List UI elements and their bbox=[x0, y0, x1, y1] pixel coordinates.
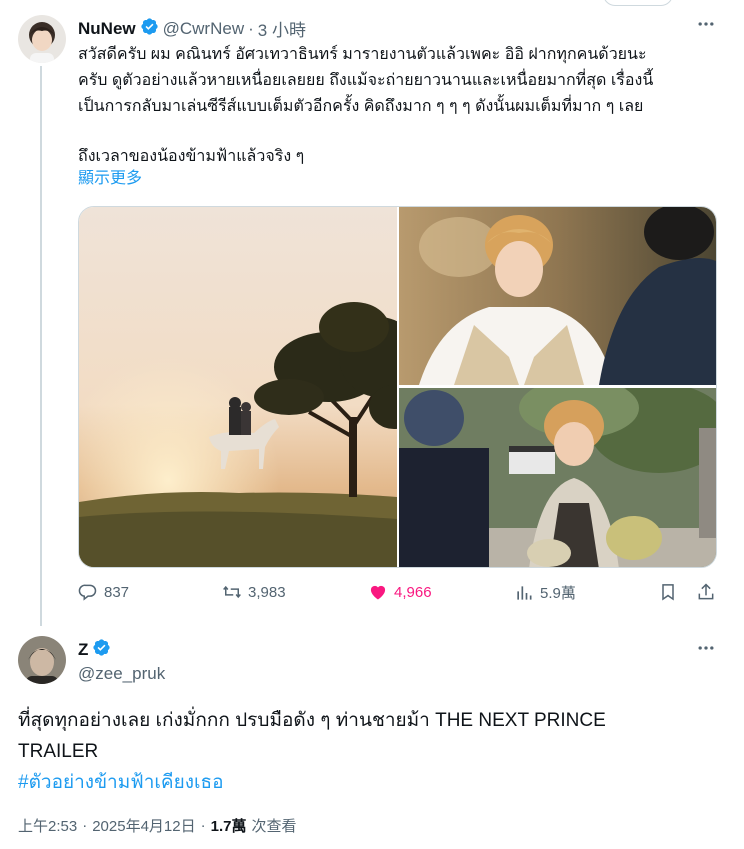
verified-badge-icon bbox=[92, 638, 111, 662]
verified-badge-icon bbox=[140, 17, 159, 41]
heart-icon bbox=[370, 585, 386, 600]
reply-button[interactable]: 837 bbox=[78, 582, 129, 602]
text-line: เป็นการกลับมาเล่นซีรีส์แบบเต็มตัวอีกครั้… bbox=[78, 98, 644, 115]
tweet-time[interactable]: 3 小時 bbox=[258, 16, 306, 41]
author-handle[interactable]: @zee_pruk bbox=[78, 664, 165, 684]
tweet2-header: Z bbox=[78, 638, 111, 662]
views-count: 5.9萬 bbox=[540, 585, 576, 602]
bookmark-icon bbox=[662, 584, 674, 601]
share-button[interactable] bbox=[696, 582, 716, 602]
retweet-button[interactable]: 3,983 bbox=[222, 582, 286, 602]
retweet-count: 3,983 bbox=[248, 583, 286, 601]
more-options-icon[interactable] bbox=[696, 638, 716, 664]
media-image-prince-portrait[interactable] bbox=[399, 207, 716, 385]
views-total: 1.7萬 bbox=[210, 818, 247, 835]
more-options-icon[interactable] bbox=[696, 14, 716, 40]
views-chart-icon bbox=[517, 585, 532, 600]
media-grid bbox=[78, 206, 717, 568]
text-line: สวัสดีครับ ผม คณินทร์ อัศวเทวาธินทร์ มาร… bbox=[78, 46, 647, 63]
tweet1-header: NuNew @CwrNew · 3 小時 bbox=[78, 16, 306, 41]
tweet1-text: สวัสดีครับ ผม คณินทร์ อัศวเทวาธินทร์ มาร… bbox=[78, 42, 718, 170]
retweet-icon bbox=[223, 585, 241, 599]
post-time[interactable]: 上午2:53 bbox=[18, 815, 77, 836]
like-count: 4,966 bbox=[394, 583, 432, 601]
share-icon bbox=[698, 583, 714, 600]
separator-dot: · bbox=[82, 817, 88, 834]
text-line: TRAILER bbox=[18, 741, 99, 762]
avatar-zee[interactable] bbox=[18, 636, 66, 684]
media-image-sunset-horse[interactable] bbox=[79, 207, 419, 567]
top-partial-button bbox=[603, 0, 673, 6]
like-button[interactable]: 4,966 bbox=[368, 582, 432, 602]
separator-dot: · bbox=[248, 18, 254, 38]
post-date[interactable]: 2025年4月12日 bbox=[92, 815, 195, 836]
author-name[interactable]: NuNew bbox=[78, 19, 136, 39]
author-handle[interactable]: @CwrNew bbox=[163, 19, 244, 39]
separator-dot: · bbox=[200, 817, 206, 834]
text-line: ถึงเวลาของน้องข้ามฟ้าแล้วจริง ๆ bbox=[78, 148, 305, 165]
bookmark-button[interactable] bbox=[658, 582, 678, 602]
views-button[interactable]: 5.9萬 bbox=[514, 582, 576, 603]
tweet2-text: ที่สุดทุกอย่างเลย เก่งมั่กกก ปรบมือดัง ๆ… bbox=[18, 705, 718, 798]
tweet2-footer: 上午2:53 · 2025年4月12日 · 1.7萬 次查看 bbox=[18, 815, 296, 836]
media-divider-horizontal bbox=[397, 385, 716, 388]
author-name[interactable]: Z bbox=[78, 640, 88, 660]
reply-icon bbox=[78, 584, 97, 601]
show-more-link[interactable]: 顯示更多 bbox=[78, 166, 142, 192]
avatar-nunew[interactable] bbox=[18, 15, 66, 63]
hashtag-link[interactable]: #ตัวอย่างข้ามฟ้าเคียงเธอ bbox=[18, 767, 718, 798]
views-label: 次查看 bbox=[251, 818, 297, 835]
media-image-behind-scenes[interactable] bbox=[399, 378, 716, 567]
thread-connector-line bbox=[40, 66, 42, 626]
reply-count: 837 bbox=[104, 583, 130, 601]
text-line: ที่สุดทุกอย่างเลย เก่งมั่กกก ปรบมือดัง ๆ… bbox=[18, 710, 606, 731]
text-line: ครับ ดูตัวอย่างแล้วหายเหนื่อยเลยยย ถึงแม… bbox=[78, 72, 654, 89]
